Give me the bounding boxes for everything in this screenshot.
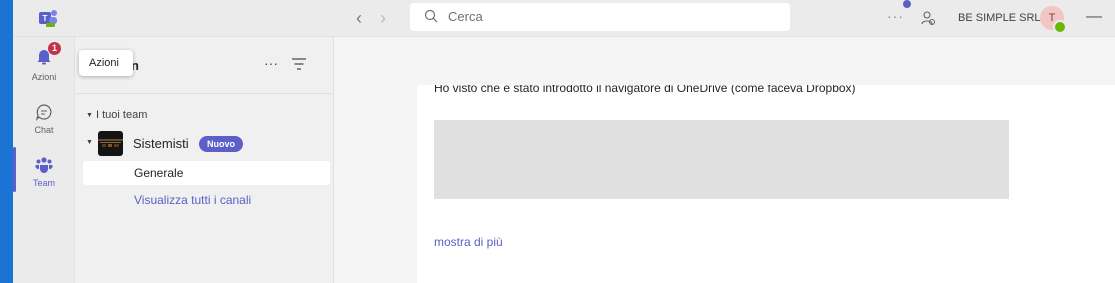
search-placeholder: Cerca: [448, 9, 483, 24]
presence-status-icon: [1053, 20, 1067, 34]
people-icon[interactable]: [920, 10, 936, 26]
team-collapse-caret-icon[interactable]: ▼: [86, 139, 93, 146]
see-all-channels-link[interactable]: Visualizza tutti i canali: [134, 193, 251, 207]
channel-label: Generale: [134, 166, 184, 180]
team-row[interactable]: ▼ Sistemisti Nuovo: [75, 130, 333, 156]
post-card: Ho visto che è stato introdotto il navig…: [417, 85, 1115, 283]
back-arrow-icon[interactable]: ‹: [356, 8, 380, 29]
rail-item-team[interactable]: Team: [13, 147, 75, 199]
show-more-link[interactable]: mostra di più: [434, 235, 503, 249]
filter-icon[interactable]: [292, 58, 306, 70]
section-label[interactable]: I tuoi team: [96, 109, 147, 121]
rail-item-chat[interactable]: Chat: [13, 94, 75, 146]
search-input[interactable]: Cerca: [410, 3, 790, 31]
forward-arrow-icon[interactable]: ›: [380, 8, 404, 29]
svg-text:T: T: [43, 14, 48, 23]
app-rail: 1 Azioni Chat Team: [13, 37, 75, 283]
rail-label-azioni: Azioni: [31, 72, 57, 82]
desktop-background-strip: [0, 0, 13, 283]
teams-logo-icon: T: [39, 10, 57, 27]
team-avatar: [98, 131, 123, 156]
rail-label-team: Team: [32, 178, 55, 188]
minimize-button[interactable]: —: [1086, 8, 1102, 26]
team-name: Sistemisti: [133, 136, 189, 151]
rail-item-azioni[interactable]: 1 Azioni: [13, 39, 75, 91]
tooltip: Azioni: [79, 50, 133, 76]
chat-icon: [35, 104, 52, 121]
history-nav: ‹›: [356, 8, 404, 29]
channel-item-generale[interactable]: Generale: [83, 161, 330, 185]
notification-dot: [903, 0, 911, 8]
channel-content: Ho visto che è stato introdotto il navig…: [334, 37, 1115, 283]
organization-name[interactable]: BE SIMPLE SRL: [958, 12, 1041, 24]
teams-icon: [35, 157, 53, 173]
image-placeholder[interactable]: [434, 120, 1009, 199]
title-bar: T ‹› Cerca ··· BE SIMPLE SRL T —: [13, 0, 1115, 37]
notification-badge: 1: [48, 42, 61, 55]
rail-label-chat: Chat: [34, 125, 54, 135]
more-options-button[interactable]: ···: [887, 8, 904, 24]
panel-more-button[interactable]: ···: [264, 55, 278, 71]
search-icon: [424, 9, 438, 23]
section-collapse-caret-icon[interactable]: ▼: [86, 112, 93, 119]
post-text: Ho visto che è stato introdotto il navig…: [434, 85, 856, 95]
new-badge: Nuovo: [199, 136, 243, 152]
